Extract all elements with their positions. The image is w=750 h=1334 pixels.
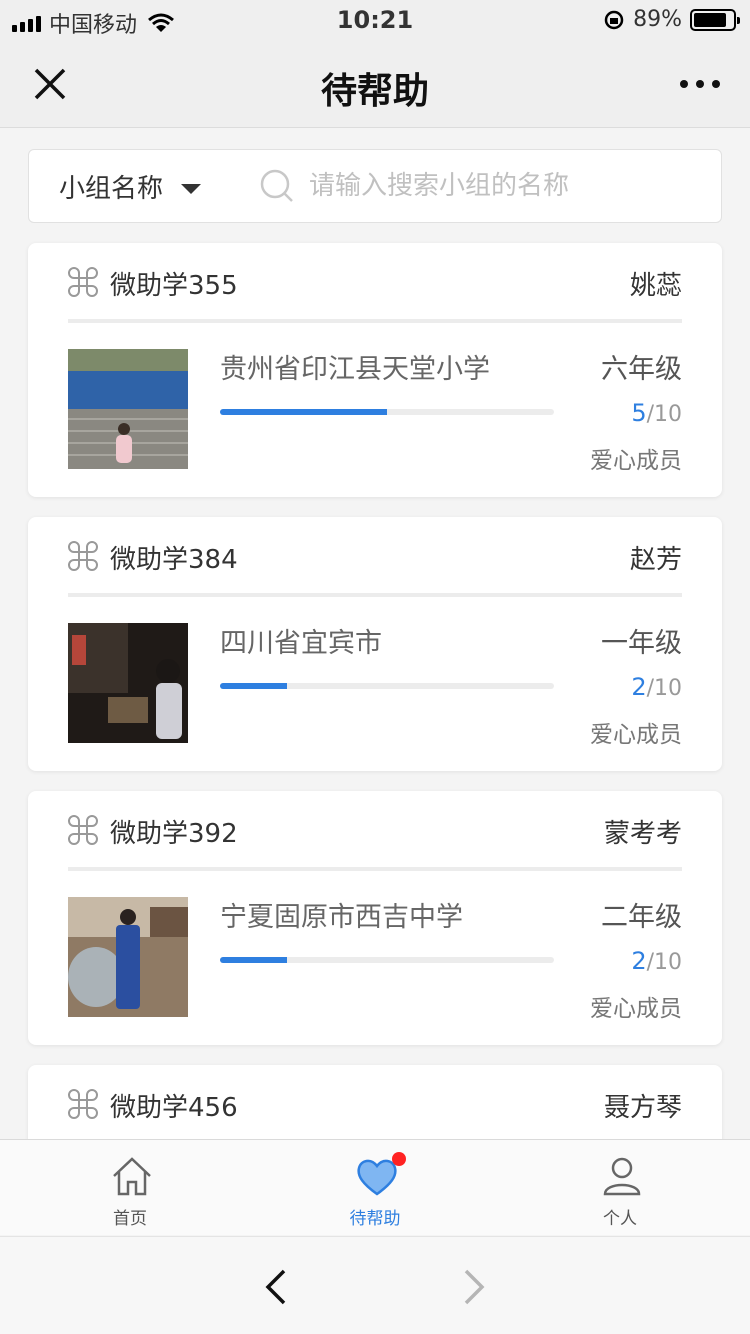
back-icon[interactable] xyxy=(258,1267,294,1307)
help-card[interactable]: 微助学456 聂方琴 xyxy=(28,1065,722,1139)
search-bar: 小组名称 xyxy=(28,149,722,223)
progress-fill xyxy=(220,957,287,963)
group-name: 微助学355 xyxy=(110,271,238,301)
helper-count: 2/10 xyxy=(631,673,682,701)
forward-icon[interactable] xyxy=(456,1267,492,1307)
helper-count-total: /10 xyxy=(646,950,682,975)
group-icon xyxy=(68,541,98,571)
help-card[interactable]: 微助学355 姚蕊 贵州省印江县天堂小学 六年级 5/10 爱心成员 xyxy=(28,243,722,497)
browser-toolbar xyxy=(0,1236,750,1334)
help-card[interactable]: 微助学384 赵芳 四川省宜宾市 一年级 2/10 爱心成员 xyxy=(28,517,722,771)
student-name: 蒙考考 xyxy=(603,819,682,849)
group-icon xyxy=(68,815,98,845)
filter-label: 小组名称 xyxy=(59,174,164,204)
group-icon xyxy=(68,1089,98,1119)
group-name: 微助学392 xyxy=(110,819,238,849)
school-name: 贵州省印江县天堂小学 xyxy=(220,354,490,385)
help-card[interactable]: 微助学392 蒙考考 宁夏固原市西吉中学 二年级 2/10 爱心成员 xyxy=(28,791,722,1045)
student-name: 赵芳 xyxy=(629,545,682,575)
helper-count: 5/10 xyxy=(631,399,682,427)
card-header: 微助学392 蒙考考 xyxy=(68,791,682,871)
home-icon xyxy=(113,1157,151,1196)
tab-help-label: 待帮助 xyxy=(349,1209,401,1229)
student-photo xyxy=(68,349,188,469)
student-name: 聂方琴 xyxy=(603,1093,682,1123)
orientation-lock-icon xyxy=(604,10,624,29)
progress-bar xyxy=(220,683,554,689)
helper-count-total: /10 xyxy=(646,402,682,427)
helper-count: 2/10 xyxy=(631,947,682,975)
grade-label: 一年级 xyxy=(601,628,682,659)
tab-bar: 首页 待帮助 个人 xyxy=(0,1139,750,1235)
member-label: 爱心成员 xyxy=(590,448,682,474)
search-icon xyxy=(260,169,293,202)
battery-icon xyxy=(690,8,740,31)
progress-fill xyxy=(220,683,287,689)
tab-me[interactable]: 个人 xyxy=(495,1140,745,1236)
card-header: 微助学355 姚蕊 xyxy=(68,243,682,323)
tab-home-label: 首页 xyxy=(113,1209,147,1229)
notification-badge xyxy=(392,1152,406,1166)
status-bar: 中国移动 10:21 89% xyxy=(0,0,750,40)
more-icon[interactable] xyxy=(680,70,720,98)
member-label: 爱心成员 xyxy=(590,722,682,748)
user-icon xyxy=(603,1157,641,1196)
student-photo xyxy=(68,897,188,1017)
group-name: 微助学456 xyxy=(110,1093,238,1123)
helper-count-total: /10 xyxy=(646,676,682,701)
grade-label: 六年级 xyxy=(601,354,682,385)
navigation-bar: 待帮助 xyxy=(0,40,750,128)
card-header: 微助学456 聂方琴 xyxy=(68,1065,682,1139)
caret-down-icon xyxy=(181,183,202,194)
group-name: 微助学384 xyxy=(110,545,238,575)
school-name: 四川省宜宾市 xyxy=(220,628,382,659)
school-name: 宁夏固原市西吉中学 xyxy=(220,902,463,933)
tab-me-label: 个人 xyxy=(603,1209,637,1229)
member-label: 爱心成员 xyxy=(590,996,682,1022)
helper-count-current: 2 xyxy=(631,947,647,975)
battery-percent: 89% xyxy=(633,7,682,32)
tab-home[interactable]: 首页 xyxy=(5,1140,255,1236)
filter-dropdown[interactable]: 小组名称 xyxy=(59,168,202,205)
main-content[interactable]: 小组名称 微助学355 姚蕊 贵州省印江县天堂小学 xyxy=(0,129,750,1139)
grade-label: 二年级 xyxy=(601,902,682,933)
page-title: 待帮助 xyxy=(320,71,429,112)
card-header: 微助学384 赵芳 xyxy=(68,517,682,597)
helper-count-current: 5 xyxy=(631,399,647,427)
helper-count-current: 2 xyxy=(631,673,647,701)
tab-help[interactable]: 待帮助 xyxy=(250,1140,500,1236)
student-name: 姚蕊 xyxy=(629,271,682,301)
progress-fill xyxy=(220,409,387,415)
student-photo xyxy=(68,623,188,743)
progress-bar xyxy=(220,409,554,415)
search-input[interactable] xyxy=(309,164,699,208)
group-icon xyxy=(68,267,98,297)
progress-bar xyxy=(220,957,554,963)
